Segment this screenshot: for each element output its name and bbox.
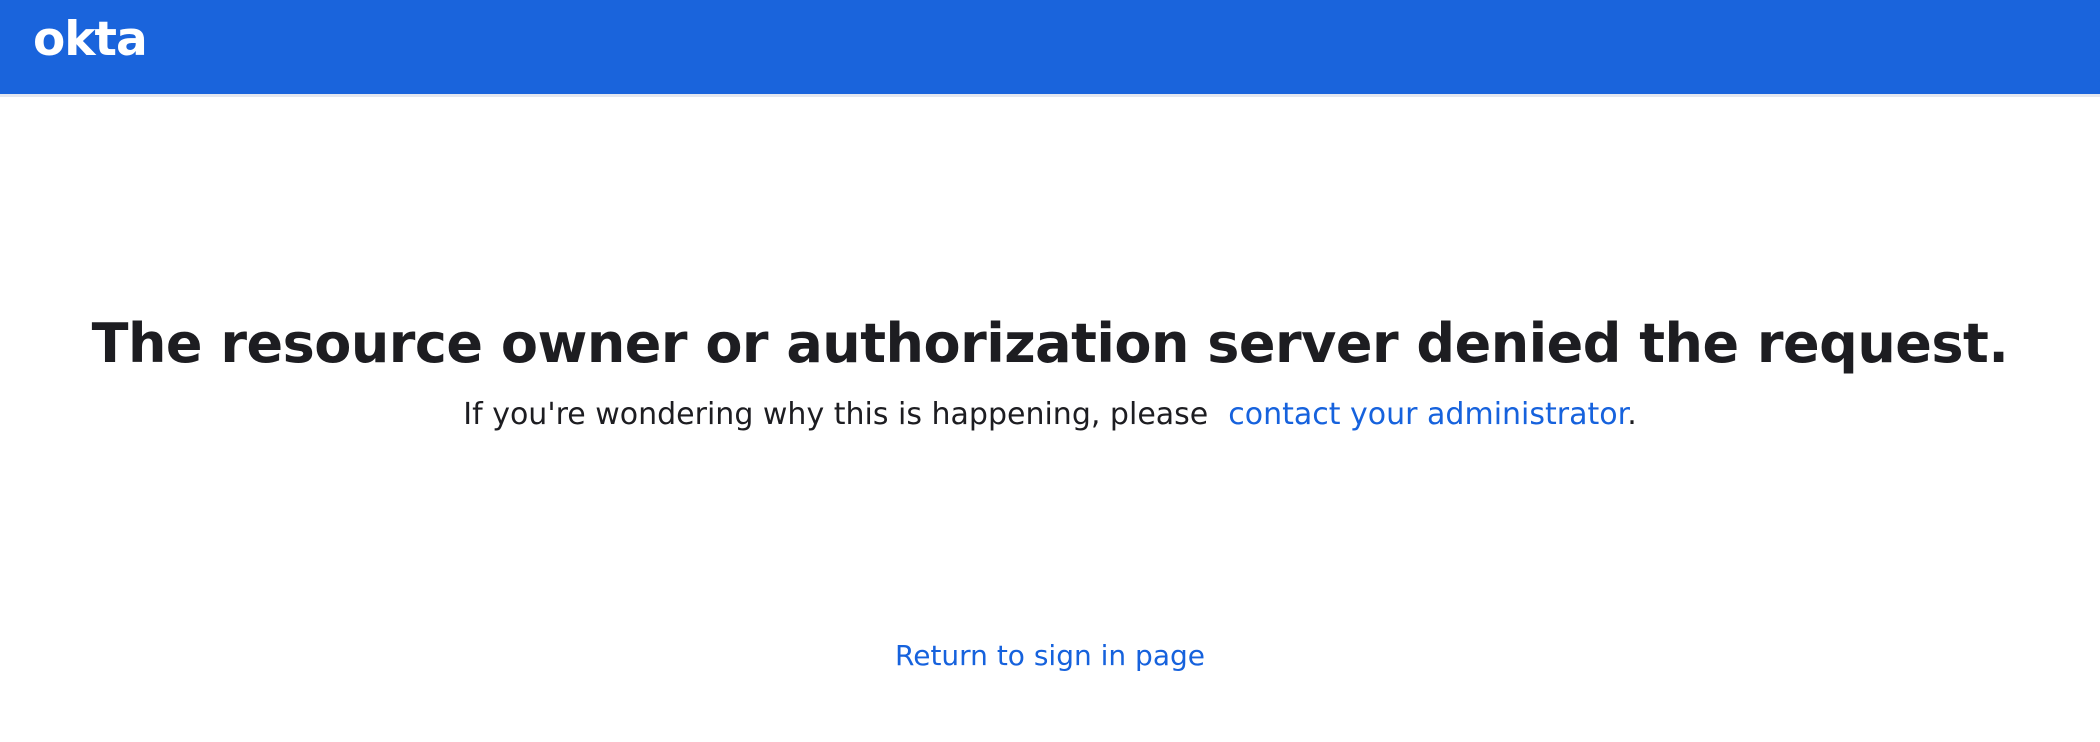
contact-admin-link[interactable]: contact your administrator — [1228, 397, 1627, 432]
error-title: The resource owner or authorization serv… — [91, 312, 2009, 375]
return-container: Return to sign in page — [0, 636, 2100, 676]
okta-logo[interactable]: okta — [33, 10, 148, 70]
error-message-text: If you're wondering why this is happenin… — [463, 397, 1209, 432]
error-message: If you're wondering why this is happenin… — [0, 395, 2100, 435]
message-period: . — [1627, 397, 1637, 432]
top-header-bar: okta — [0, 0, 2100, 97]
return-to-sign-in-link[interactable]: Return to sign in page — [895, 639, 1205, 672]
